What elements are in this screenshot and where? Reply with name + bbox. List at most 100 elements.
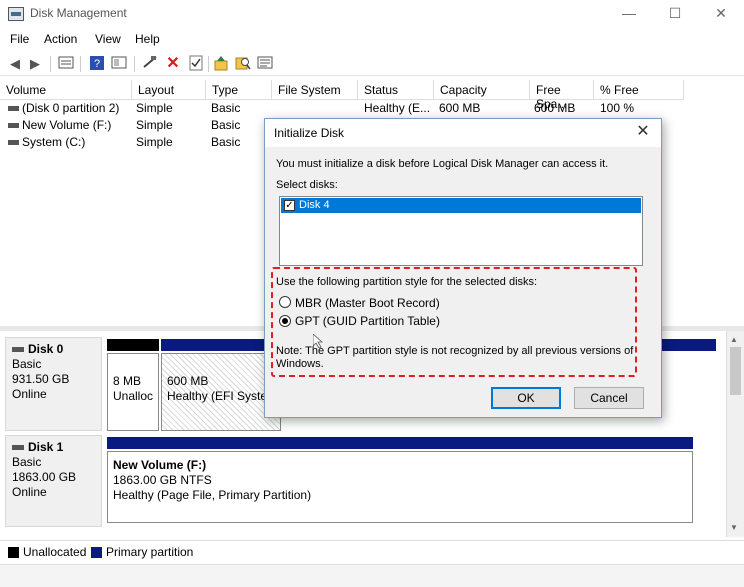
column-header-layout[interactable]: Layout [132,80,206,100]
svg-text:?: ? [94,58,100,70]
volume-icon [8,106,19,111]
column-header-volume[interactable]: Volume [0,80,132,100]
properties-icon[interactable] [57,55,75,73]
toolbar-separator [208,56,209,72]
disk-size: 931.50 GB [12,372,70,386]
title-bar: Disk Management — ☐ ✕ [0,0,744,28]
cell-layout: Simple [136,118,173,132]
legend-label-unallocated: Unallocated [23,545,87,559]
partition-unallocated[interactable]: 8 MB Unalloc [107,353,159,431]
cell-layout: Simple [136,101,173,115]
cell-status: Healthy (E... [364,101,431,115]
cancel-button[interactable]: Cancel [574,387,644,409]
disk-1-info[interactable]: Disk 1 Basic 1863.00 GB Online [5,435,102,527]
partition-new-volume[interactable]: New Volume (F:) 1863.00 GB NTFS Healthy … [107,451,693,523]
gpt-radio[interactable] [279,315,291,327]
mouse-cursor-icon [312,333,324,351]
delete-icon[interactable]: ✕ [164,55,182,73]
dialog-close-icon[interactable]: ✕ [631,122,655,144]
menu-view[interactable]: View [95,32,121,46]
disk-item-label: Disk 4 [299,199,330,211]
column-header-status[interactable]: Status [358,80,434,100]
partition-efi[interactable]: 600 MB Healthy (EFI Systen [161,353,281,431]
partition-style-prompt: Use the following partition style for th… [276,276,538,288]
disk-checkbox[interactable]: ✓ [284,200,295,211]
scroll-up-icon[interactable]: ▲ [730,335,738,344]
cell-type: Basic [211,118,241,132]
gpt-note-line-1: Note: The GPT partition style is not rec… [276,345,634,357]
import-icon[interactable] [212,55,230,73]
forward-icon[interactable]: ▶ [26,55,44,73]
cell-percent-free: 100 % [600,101,635,115]
partition-size: 8 MB [113,374,142,388]
cell-type: Basic [211,101,241,115]
legend-swatch-primary [91,547,102,558]
disk-0-info[interactable]: Disk 0 Basic 931.50 GB Online [5,337,102,431]
menu-file[interactable]: File [10,32,29,46]
cell-volume: System (C:) [22,135,86,149]
partition-status: Healthy (EFI Systen [167,389,274,403]
column-header-type[interactable]: Type [206,80,272,100]
partition-status: Unalloc [113,389,154,403]
scroll-thumb[interactable] [730,347,741,395]
column-header-capacity[interactable]: Capacity [434,80,530,100]
disk-type: Basic [12,455,42,469]
cell-volume: (Disk 0 partition 2) [22,101,120,115]
disk-name: Disk 0 [28,342,64,356]
dialog-intro-text: You must initialize a disk before Logica… [276,158,609,170]
disk-management-icon [8,7,24,21]
maximize-button[interactable]: ☐ [660,4,690,24]
disk-status: Online [12,485,47,499]
disk-icon [12,347,24,352]
ok-button[interactable]: OK [491,387,561,409]
disk-list[interactable]: ✓ Disk 4 [279,196,643,266]
cell-capacity: 600 MB [439,101,481,115]
column-header-percent-free[interactable]: % Free [594,80,684,100]
disk-status: Online [12,387,47,401]
menu-action[interactable]: Action [44,32,77,46]
dialog-title: Initialize Disk [274,126,345,140]
minimize-button[interactable]: — [614,4,644,24]
help-icon[interactable]: ? [88,55,106,73]
cell-volume: New Volume (F:) [22,118,112,132]
disk-size: 1863.00 GB [12,470,77,484]
legend-swatch-unallocated [8,547,19,558]
initialize-disk-dialog: Initialize Disk ✕ You must initialize a … [264,118,662,418]
disk-map-scrollbar[interactable]: ▲ ▼ [726,331,744,537]
unallocated-bar [107,339,159,351]
volume-icon [8,140,19,145]
cell-layout: Simple [136,135,173,149]
primary-partition-bar [107,437,693,449]
disk-type: Basic [12,357,42,371]
volume-icon [8,123,19,128]
menu-bar: File Action View Help [0,30,744,50]
status-bar [0,564,744,587]
console-icon[interactable] [110,55,128,73]
window-title: Disk Management [30,6,127,20]
partition-name: New Volume (F:) [113,458,207,472]
partition-status: Healthy (Page File, Primary Partition) [113,488,312,502]
column-header-free-space[interactable]: Free Spa... [530,80,594,111]
partition-size: 600 MB [167,374,209,388]
toolbar-separator [50,56,51,72]
cell-free-space: 600 MB [534,101,576,115]
disk-list-item[interactable]: ✓ Disk 4 [281,198,641,213]
rescan-icon[interactable] [141,55,159,73]
close-button[interactable]: ✕ [706,4,736,24]
console-list-icon[interactable] [256,55,274,73]
toolbar: ◀ ▶ ? ✕ [0,52,744,76]
gpt-label[interactable]: GPT (GUID Partition Table) [295,314,440,328]
column-header-file-system[interactable]: File System [272,80,358,100]
disk-name: Disk 1 [28,440,64,454]
scroll-down-icon[interactable]: ▼ [730,523,738,532]
legend-label-primary: Primary partition [106,545,194,559]
check-icon[interactable] [187,55,205,73]
mbr-label[interactable]: MBR (Master Boot Record) [295,296,440,310]
gpt-note-line-2: Windows. [276,358,324,370]
cell-type: Basic [211,135,241,149]
back-icon[interactable]: ◀ [6,55,24,73]
toolbar-separator [134,56,135,72]
menu-help[interactable]: Help [135,32,160,46]
mbr-radio[interactable] [279,296,291,308]
search-icon[interactable] [234,55,252,73]
